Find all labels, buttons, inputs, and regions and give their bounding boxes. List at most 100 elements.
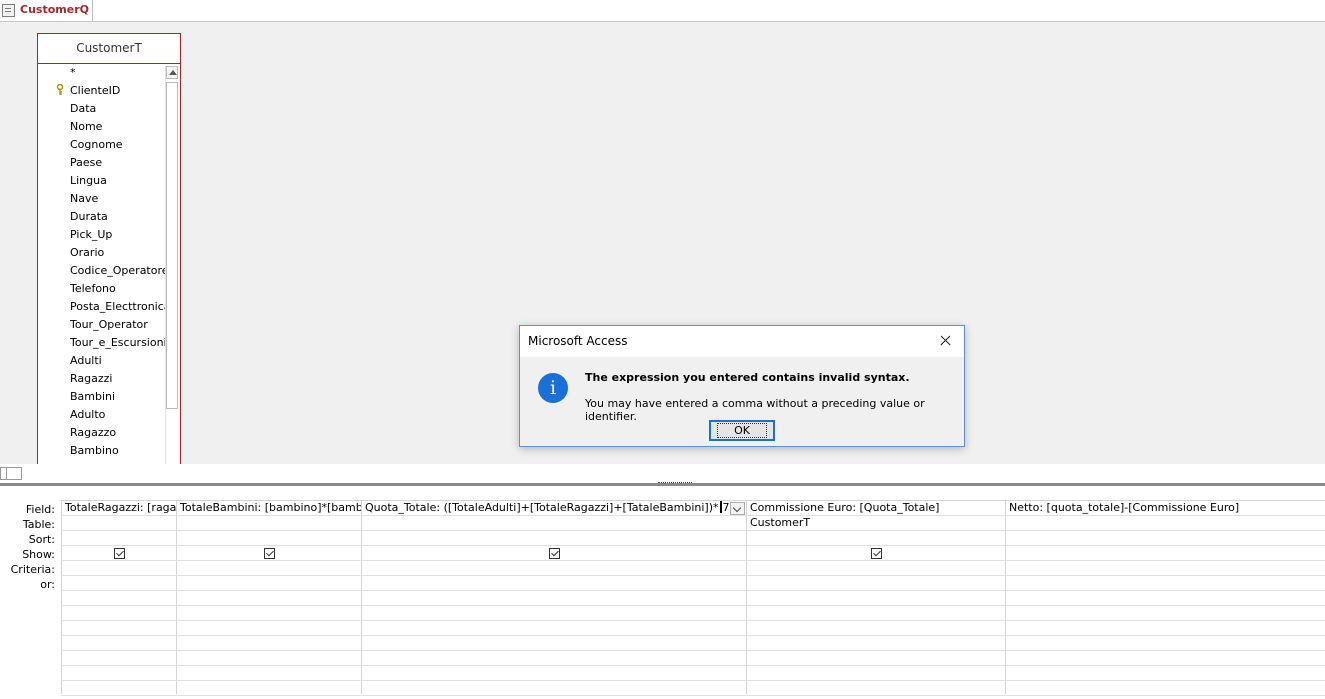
sort-cell[interactable]: [177, 531, 361, 546]
field-name: Telefono: [70, 282, 116, 295]
scroll-up-icon[interactable]: [166, 66, 178, 79]
field-name: Data: [70, 102, 97, 115]
field-name: Ragazzo: [70, 426, 117, 439]
grid-row-line: [61, 515, 1325, 516]
error-dialog: Microsoft Access i The expression you en…: [519, 325, 965, 447]
field-item[interactable]: Ragazzo: [38, 424, 165, 442]
field-name: Adulti: [70, 354, 102, 367]
grid-row-label: Criteria:: [10, 563, 55, 576]
field-item[interactable]: Nome: [38, 118, 165, 136]
field-item[interactable]: Bambino: [38, 442, 165, 460]
grid-row-line: [61, 665, 1325, 666]
field-item[interactable]: Adulti: [38, 352, 165, 370]
field-name: Cognome: [70, 138, 123, 151]
field-name: Posta_Electtronica: [70, 300, 165, 313]
criteria-cell[interactable]: [747, 561, 1005, 576]
field-item[interactable]: Posta_Electtronica: [38, 298, 165, 316]
field-name: Orario: [70, 246, 105, 259]
field-item[interactable]: Codice_Operatore: [38, 262, 165, 280]
tab-label: CustomerQ: [20, 3, 89, 16]
sort-cell[interactable]: [62, 531, 176, 546]
grid-row-line: [61, 680, 1325, 681]
field-item[interactable]: Adulto: [38, 406, 165, 424]
field-name: Codice_Operatore: [70, 264, 165, 277]
field-item[interactable]: Tour_Operator: [38, 316, 165, 334]
field-name: Nome: [70, 120, 103, 133]
field-list: * ClienteID Data Nome Cognome Paese Lingua Nave…: [38, 64, 165, 465]
table-cell[interactable]: [177, 516, 361, 531]
table-cell[interactable]: [362, 516, 746, 531]
sort-cell[interactable]: [747, 531, 1005, 546]
dialog-title: Microsoft Access: [528, 334, 628, 348]
grid-row-line: [61, 590, 1325, 591]
scroll-thumb[interactable]: [166, 82, 178, 409]
table-title[interactable]: CustomerT: [38, 34, 180, 64]
field-item[interactable]: Pick_Up: [38, 226, 165, 244]
field-item[interactable]: Telefono: [38, 280, 165, 298]
field-expression-text: Quota_Totale: ([TotaleAdulti]+[TotaleRag…: [365, 501, 719, 514]
field-name: Tour_e_Escursioni: [70, 336, 165, 349]
grid-row-line: [61, 605, 1325, 606]
grid-row-label: Field:: [25, 503, 55, 516]
criteria-cell[interactable]: [177, 561, 361, 576]
chevron-down-icon[interactable]: [730, 502, 745, 515]
field-cell[interactable]: TotaleBambini: [bambino]*[bambini]: [177, 501, 361, 516]
field-item[interactable]: ClienteID: [38, 82, 165, 100]
field-name: Tour_Operator: [70, 318, 148, 331]
show-checkbox[interactable]: [114, 548, 125, 559]
field-name: ClienteID: [70, 84, 121, 97]
query-design-grid: Field: Table: Sort: Show: Criteria: or: Total…: [0, 490, 1325, 699]
table-field-list[interactable]: CustomerT * ClienteID Data Nome Cognome Paese…: [37, 33, 181, 465]
field-item[interactable]: Nave: [38, 190, 165, 208]
ok-button[interactable]: OK: [709, 420, 775, 441]
field-cell[interactable]: Commissione Euro: [Quota_Totale]: [747, 501, 1005, 516]
field-item[interactable]: Tour_e_Escursioni: [38, 334, 165, 352]
show-checkbox[interactable]: [871, 548, 882, 559]
criteria-cell[interactable]: [362, 561, 746, 576]
text-cursor: [719, 501, 722, 513]
table-cell[interactable]: CustomerT: [747, 516, 1005, 531]
dialog-titlebar[interactable]: Microsoft Access: [520, 326, 964, 356]
grid-row-line: [61, 620, 1325, 621]
grid-row-line: [61, 545, 1325, 546]
field-item[interactable]: *: [38, 64, 165, 82]
field-item[interactable]: Cognome: [38, 136, 165, 154]
field-name: Lingua: [70, 174, 107, 187]
field-item[interactable]: Data: [38, 100, 165, 118]
criteria-cell[interactable]: [62, 561, 176, 576]
table-cell[interactable]: [1006, 516, 1325, 531]
field-name: Bambino: [70, 444, 119, 457]
grid-row-line: [61, 575, 1325, 576]
field-item[interactable]: Ragazzi: [38, 370, 165, 388]
table-cell[interactable]: [62, 516, 176, 531]
grid-row-label: Sort:: [28, 533, 55, 546]
criteria-cell[interactable]: [1006, 561, 1325, 576]
splitter-grip-icon[interactable]: [658, 482, 692, 486]
pane-splitter[interactable]: [0, 464, 1325, 490]
field-cell[interactable]: Netto: [quota_totale]-[Commissione Euro]: [1006, 501, 1325, 516]
field-item[interactable]: Lingua: [38, 172, 165, 190]
field-name: Adulto: [70, 408, 106, 421]
tab-customerq[interactable]: CustomerQ: [0, 0, 93, 21]
grid-row-labels: Field: Table: Sort: Show: Criteria: or:: [0, 502, 60, 592]
field-name: Ragazzi: [70, 372, 113, 385]
field-item[interactable]: Paese: [38, 154, 165, 172]
field-name: Paese: [70, 156, 103, 169]
field-name: Bambini: [70, 390, 116, 403]
field-list-scrollbar[interactable]: [165, 66, 179, 465]
grid-row-line: [61, 650, 1325, 651]
sort-cell[interactable]: [362, 531, 746, 546]
field-item[interactable]: Bambini: [38, 388, 165, 406]
close-icon[interactable]: [934, 330, 958, 352]
sort-cell[interactable]: [1006, 531, 1325, 546]
grid-row-label: or:: [40, 578, 55, 591]
grid-scroll-box[interactable]: [0, 467, 22, 480]
field-cell[interactable]: TotaleRagazzi: [ragazzi]: [62, 501, 176, 516]
grid-row-label: Show:: [22, 548, 55, 561]
query-icon: [2, 4, 15, 17]
show-checkbox[interactable]: [549, 548, 560, 559]
show-checkbox[interactable]: [264, 548, 275, 559]
field-item[interactable]: Orario: [38, 244, 165, 262]
field-item[interactable]: Durata: [38, 208, 165, 226]
field-cell[interactable]: Quota_Totale: ([TotaleAdulti]+[TotaleRag…: [362, 501, 746, 516]
